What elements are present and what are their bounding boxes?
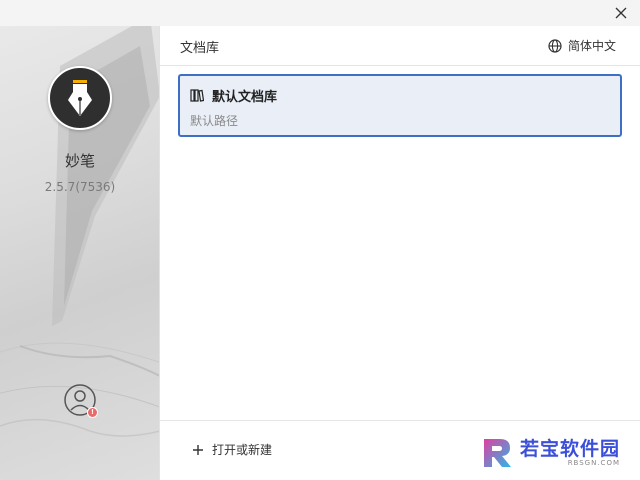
main-header: 文档库 简体中文 [160,26,640,66]
library-name-row: 默认文档库 [190,86,277,105]
main-panel: 文档库 简体中文 默认文档库 默认路径 打开或新建 [160,26,640,480]
watermark-text: 若宝软件园 [519,438,620,460]
sidebar: 妙笔 2.5.7(7536) ! [0,26,160,480]
watermark-text-block: 若宝软件园 RBSGN.COM [520,439,620,467]
page-title: 文档库 [180,41,220,56]
close-button[interactable] [612,4,630,22]
app-name: 妙笔 [64,152,95,170]
library-name: 默认文档库 [212,90,278,105]
app-version: 2.5.7(7536) [44,180,116,194]
library-books-icon [190,89,204,102]
globe-icon [548,38,562,53]
user-account-button[interactable]: ! [63,383,98,418]
fountain-pen-icon [68,80,92,116]
watermark-logo-icon [483,439,511,467]
open-or-new-label: 打开或新建 [212,443,273,457]
library-item[interactable]: 默认文档库 默认路径 [178,74,622,137]
title-bar [0,0,640,26]
notification-badge: ! [87,407,98,418]
language-label: 简体中文 [567,39,616,53]
plus-icon [193,444,203,455]
open-or-new-button[interactable]: 打开或新建 [192,441,272,458]
language-button[interactable]: 简体中文 [548,37,616,54]
watermark-subtext: RBSGN.COM [567,459,620,467]
close-icon [615,7,627,19]
library-path: 默认路径 [190,114,239,128]
watermark: 若宝软件园 RBSGN.COM [480,436,620,470]
app-logo [48,66,112,130]
